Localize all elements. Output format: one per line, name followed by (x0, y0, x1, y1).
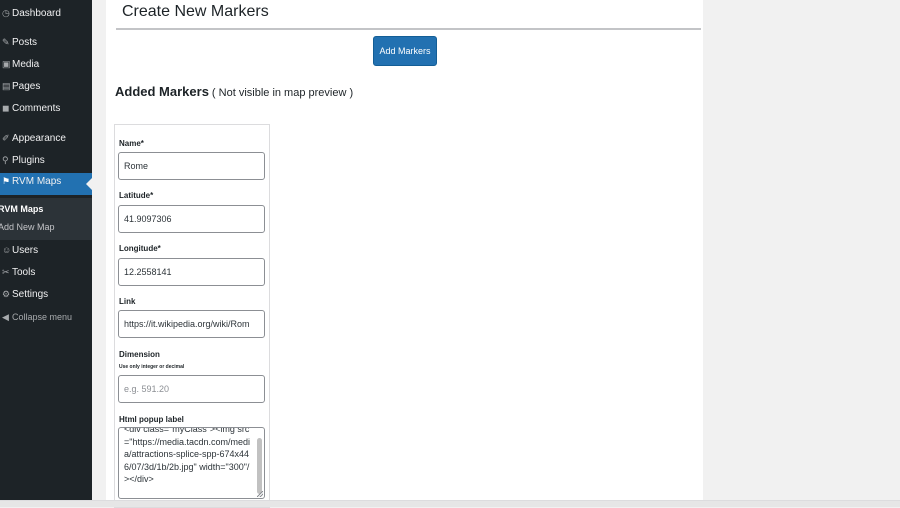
added-markers-note: ( Not visible in map preview ) (211, 87, 354, 99)
name-field[interactable] (118, 152, 265, 180)
posts-icon: ✎ (2, 37, 10, 47)
sidebar-item-media[interactable]: ▣ Media (0, 56, 92, 76)
sidebar-item-dashboard[interactable]: ◷ Dashboard (0, 5, 92, 25)
sidebar-item-label: RVM Maps (12, 176, 62, 187)
longitude-label: Longitude* (119, 244, 161, 253)
sidebar-item-label: Pages (12, 81, 41, 92)
latitude-field[interactable] (118, 205, 265, 233)
sidebar-item-label: Tools (12, 267, 36, 278)
dimension-hint: Use only integer or decimal (119, 364, 185, 370)
sidebar-item-tools[interactable]: ✂ Tools (0, 264, 92, 284)
sidebar-item-comments[interactable]: ◼ Comments (0, 100, 92, 120)
collapse-icon: ◀ (2, 312, 9, 322)
popup-label: Html popup label (119, 415, 184, 424)
appearance-icon: ✐ (2, 133, 10, 143)
active-menu-arrow (86, 178, 92, 190)
sidebar-item-appearance[interactable]: ✐ Appearance (0, 130, 92, 150)
sidebar-item-users[interactable]: ☺ Users (0, 242, 92, 262)
collapse-menu-button[interactable]: ◀ Collapse menu (0, 309, 92, 329)
page-title: Create New Markers (122, 3, 269, 20)
sidebar-item-label: Comments (12, 103, 61, 114)
added-markers-heading: Added Markers( Not visible in map previe… (115, 84, 353, 99)
added-markers-title: Added Markers (115, 84, 209, 99)
submenu-item-add-new-map[interactable]: Add New Map (0, 222, 55, 232)
rvm-maps-submenu: RVM Maps Add New Map (0, 198, 92, 240)
dimension-field[interactable] (118, 375, 265, 403)
sidebar-item-label: Posts (12, 37, 38, 48)
sidebar-item-label: Media (12, 59, 40, 70)
sidebar-item-plugins[interactable]: ⚲ Plugins (0, 152, 92, 172)
textarea-scrollbar[interactable] (257, 438, 262, 494)
plugins-icon: ⚲ (2, 155, 9, 165)
sidebar-item-settings[interactable]: ⚙ Settings (0, 286, 92, 306)
sidebar-item-label: Settings (12, 289, 49, 300)
map-icon: ⚑ (2, 176, 10, 186)
sidebar-item-posts[interactable]: ✎ Posts (0, 34, 92, 54)
sidebar-item-pages[interactable]: ▤ Pages (0, 78, 92, 98)
title-divider (116, 28, 701, 30)
sidebar-item-label: Collapse menu (12, 312, 73, 322)
resize-handle-icon[interactable] (257, 491, 263, 497)
users-icon: ☺ (2, 245, 10, 255)
marker-editor-panel: Create New Markers Add Markers Added Mar… (106, 0, 703, 508)
latitude-label: Latitude* (119, 191, 154, 200)
comments-icon: ◼ (2, 103, 10, 113)
longitude-field[interactable] (118, 258, 265, 286)
marker-card: Name* Latitude* Longitude* Link Dimensio… (114, 124, 270, 508)
admin-sidebar: ◷ Dashboard ✎ Posts ▣ Media ▤ Pages ◼ Co… (0, 0, 92, 506)
sidebar-item-label: Appearance (12, 133, 66, 144)
dashboard-icon: ◷ (2, 8, 10, 18)
settings-icon: ⚙ (2, 289, 10, 299)
link-label: Link (119, 297, 136, 306)
sidebar-item-label: Users (12, 245, 39, 256)
link-field[interactable] (118, 310, 265, 338)
sidebar-item-label: Plugins (12, 155, 45, 166)
popup-html-textarea[interactable]: <div class="myClass"><img src="https://m… (118, 427, 265, 499)
dimension-label: Dimension (119, 350, 160, 359)
submenu-item-rvm-maps[interactable]: RVM Maps (0, 204, 43, 214)
add-markers-button[interactable]: Add Markers (373, 36, 437, 66)
sidebar-item-label: Dashboard (12, 8, 61, 19)
name-label: Name* (119, 139, 144, 148)
pages-icon: ▤ (2, 81, 10, 91)
popup-html-text: <div class="myClass"><img src="https://m… (124, 427, 251, 484)
sidebar-item-rvm-maps[interactable]: ⚑ RVM Maps (0, 173, 92, 195)
media-icon: ▣ (2, 59, 10, 69)
tools-icon: ✂ (2, 267, 10, 277)
